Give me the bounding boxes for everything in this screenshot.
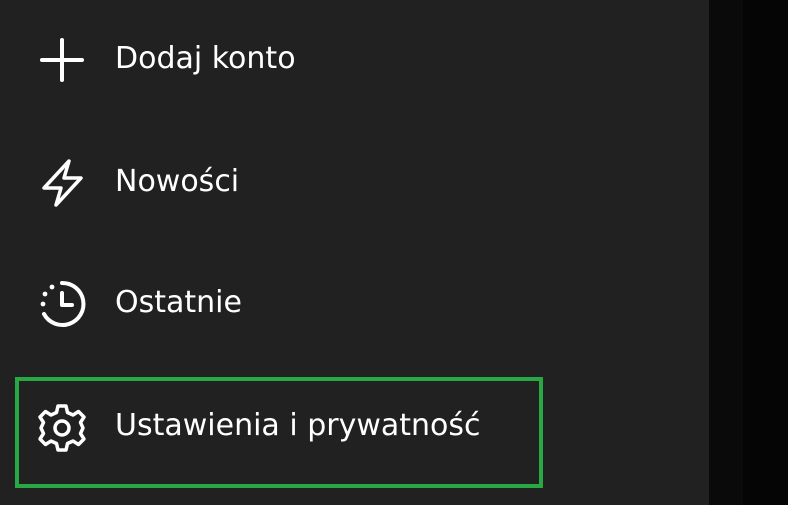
background-content-shadow (743, 0, 788, 505)
background-content-edge (709, 0, 788, 505)
plus-icon (36, 34, 88, 86)
recent-clock-icon (36, 278, 88, 330)
menu-item-add-account[interactable]: Dodaj konto (0, 8, 709, 108)
gear-icon (36, 402, 88, 454)
lightning-icon (36, 157, 88, 209)
menu-item-label: Ustawienia i prywatność (115, 408, 481, 443)
menu-item-whats-new[interactable]: Nowości (0, 131, 709, 231)
menu-item-label: Ostatnie (115, 285, 242, 320)
menu-panel: Dodaj konto Nowości Ostatnie Ustawienia … (0, 0, 709, 505)
menu-item-label: Nowości (115, 164, 240, 199)
menu-item-recent[interactable]: Ostatnie (0, 252, 709, 352)
menu-item-label: Dodaj konto (115, 41, 296, 76)
app-root: Dodaj konto Nowości Ostatnie Ustawienia … (0, 0, 788, 505)
menu-item-settings-privacy[interactable]: Ustawienia i prywatność (0, 375, 709, 475)
